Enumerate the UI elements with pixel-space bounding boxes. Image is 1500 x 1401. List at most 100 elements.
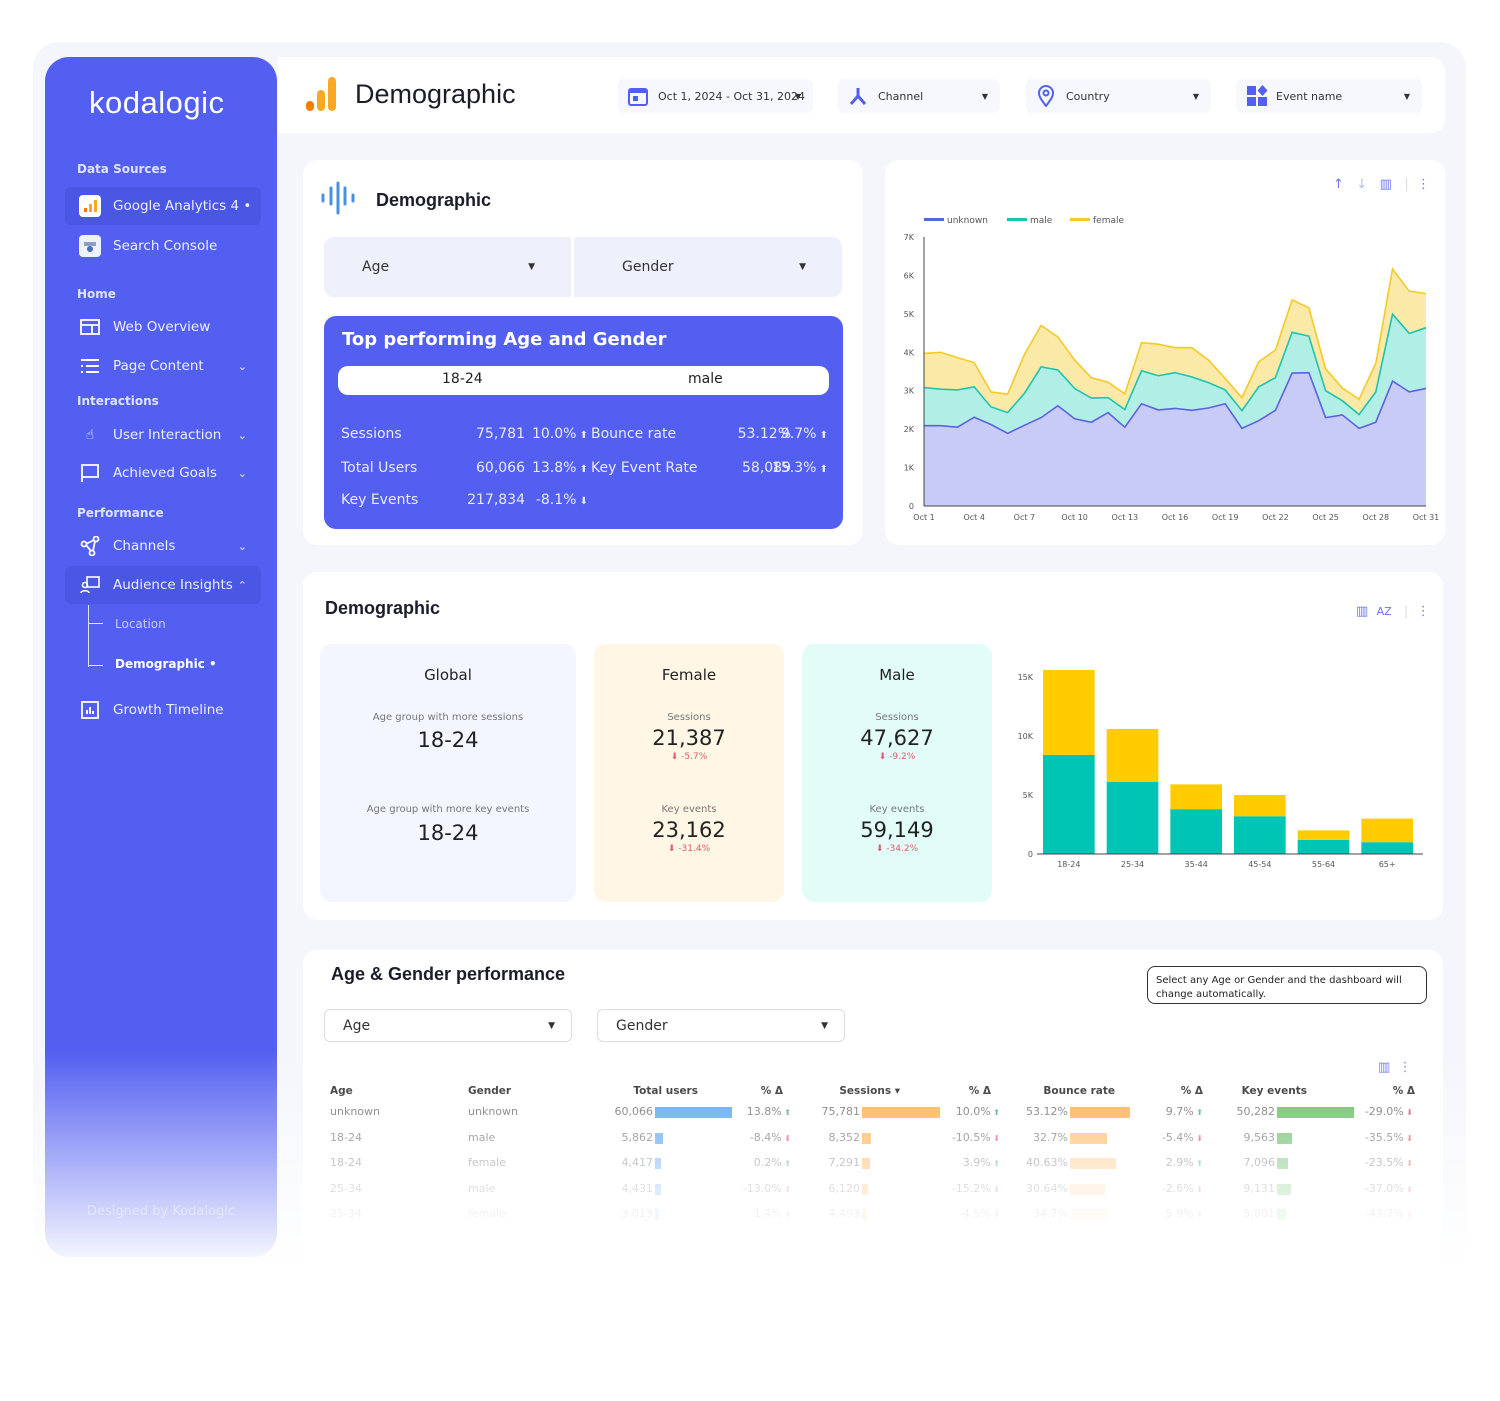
bar-segment[interactable] bbox=[1234, 816, 1286, 854]
y-tick-label: 5K bbox=[1023, 791, 1034, 800]
x-tick-label: Oct 19 bbox=[1212, 513, 1239, 522]
bar-segment[interactable] bbox=[1043, 669, 1095, 755]
legend-label[interactable]: unknown bbox=[947, 216, 988, 226]
metric-value: 217,834 bbox=[467, 492, 525, 508]
stat-value: 18-24 bbox=[417, 728, 479, 752]
cell-bar bbox=[655, 1107, 732, 1118]
channel-filter[interactable]: Channel ▼ bbox=[838, 79, 1000, 113]
legend-label[interactable]: male bbox=[1030, 216, 1053, 226]
delta-value: 0.2% bbox=[753, 1156, 782, 1169]
chart-settings-icon[interactable]: ▥ bbox=[1378, 1060, 1390, 1075]
bar-segment[interactable] bbox=[1043, 754, 1095, 854]
cell-bar bbox=[862, 1132, 871, 1144]
bar-segment[interactable] bbox=[1297, 839, 1350, 854]
age-select[interactable]: Age ▼ bbox=[324, 237, 571, 297]
dropdown-arrow-icon: ▼ bbox=[1403, 91, 1410, 101]
chart-settings-icon[interactable]: ▥ bbox=[1356, 604, 1368, 619]
metric-label: Bounce rate bbox=[591, 426, 677, 442]
column-header[interactable]: Key events bbox=[1223, 1085, 1307, 1097]
cell-bar bbox=[655, 1158, 661, 1169]
arrow-down-icon: ⬇ bbox=[1403, 1108, 1413, 1117]
chevron-down-icon[interactable]: ⌄ bbox=[238, 467, 247, 480]
cell-bar bbox=[655, 1132, 663, 1144]
sidebar-item-audience-insights[interactable]: Audience Insights ⌃ bbox=[65, 566, 261, 604]
column-header[interactable]: Bounce rate bbox=[1013, 1085, 1115, 1097]
metric-delta: -8.1% ⬇ bbox=[531, 492, 588, 508]
cell-bounce: 34.7% bbox=[1033, 1207, 1068, 1220]
arrow-up-icon: ⬆ bbox=[576, 430, 588, 441]
section-data-sources: Data Sources bbox=[77, 162, 167, 176]
page-title: Demographic bbox=[355, 79, 516, 109]
chevron-up-icon[interactable]: ⌃ bbox=[238, 579, 247, 592]
legend-label[interactable]: female bbox=[1093, 216, 1124, 226]
stat-value: 47,627 bbox=[860, 726, 934, 750]
sessions-by-gender-card: ↑ ↓ ▥ | ⋮ 0 1K 2K 3K 4K 5K 6K 7K Oct 1 Oct 4 Oct 7… bbox=[885, 160, 1445, 545]
bar-segment[interactable] bbox=[1170, 809, 1222, 854]
cell-sessions: 6,120 bbox=[828, 1181, 861, 1195]
sidebar-subitem-demographic[interactable]: Demographic • bbox=[115, 657, 217, 671]
delta-value: -15.2% bbox=[951, 1181, 991, 1195]
sidebar-item-achieved-goals[interactable]: Achieved Goals ⌄ bbox=[65, 454, 261, 492]
bar-segment[interactable] bbox=[1361, 842, 1413, 854]
x-tick-label: Oct 4 bbox=[963, 513, 984, 522]
sidebar-item-user-interaction[interactable]: ☝ User Interaction ⌄ bbox=[65, 416, 261, 454]
arrow-up-icon: ⬆ bbox=[576, 464, 588, 475]
sidebar-item-label: User Interaction bbox=[113, 427, 222, 443]
column-header[interactable]: % Δ bbox=[1333, 1085, 1415, 1097]
column-header[interactable]: % Δ bbox=[923, 1085, 991, 1097]
cell-users: 60,066 bbox=[614, 1105, 654, 1118]
gender-select[interactable]: Gender ▼ bbox=[574, 237, 842, 297]
select-label: Age bbox=[362, 259, 390, 275]
y-tick-label: 6K bbox=[904, 271, 915, 280]
sidebar-item-growth-timeline[interactable]: Growth Timeline bbox=[65, 691, 261, 729]
stat-value: 23,162 bbox=[652, 818, 726, 842]
sort-az-icon[interactable]: AZ bbox=[1377, 605, 1392, 618]
sidebar-item-google-analytics[interactable]: Google Analytics 4 • bbox=[65, 187, 261, 225]
column-header[interactable]: Sessions ▾ bbox=[813, 1085, 900, 1097]
cell-delta: 9.7% ⬆ bbox=[1143, 1105, 1203, 1118]
bar-segment[interactable] bbox=[1361, 818, 1413, 843]
column-header[interactable]: Total users bbox=[633, 1085, 698, 1097]
sidebar-item-channels[interactable]: Channels ⌄ bbox=[65, 527, 261, 565]
column-header[interactable]: Age bbox=[330, 1085, 353, 1097]
more-options-icon[interactable]: ⋮ bbox=[1399, 1060, 1412, 1075]
country-filter[interactable]: Country ▼ bbox=[1026, 79, 1211, 113]
cell-delta: -23.5% ⬇ bbox=[1353, 1156, 1413, 1169]
date-range-filter[interactable]: Oct 1, 2024 - Oct 31, 2024 ▼ bbox=[618, 79, 813, 113]
column-header[interactable]: Gender bbox=[468, 1085, 511, 1097]
cell-users: 4,417 bbox=[621, 1156, 654, 1169]
more-options-icon[interactable]: ⋮ bbox=[1417, 604, 1430, 619]
bar-segment[interactable] bbox=[1170, 784, 1222, 810]
delta-value: 13.8% bbox=[531, 460, 577, 476]
bar-segment[interactable] bbox=[1297, 830, 1350, 840]
delta-value: 9.7% bbox=[1165, 1105, 1194, 1118]
event-name-filter[interactable]: Event name ▼ bbox=[1236, 79, 1422, 113]
age-select[interactable]: Age ▼ bbox=[324, 1009, 572, 1042]
metric-label: Key Events bbox=[341, 492, 419, 508]
sidebar-item-page-content[interactable]: Page Content ⌄ bbox=[65, 347, 261, 385]
chevron-down-icon[interactable]: ⌄ bbox=[238, 540, 247, 553]
bar-segment[interactable] bbox=[1106, 728, 1159, 783]
sidebar-item-search-console[interactable]: Search Console bbox=[65, 227, 261, 265]
cell-bar bbox=[1277, 1132, 1292, 1144]
cell-bar bbox=[1277, 1209, 1286, 1220]
cell-sessions: 8,352 bbox=[828, 1130, 861, 1144]
x-tick-label: Oct 13 bbox=[1112, 513, 1139, 522]
hand-pointer-icon: ☝ bbox=[85, 427, 95, 443]
delta-value: -8.4% bbox=[749, 1130, 782, 1144]
chevron-down-icon[interactable]: ⌄ bbox=[238, 429, 247, 442]
bar-segment[interactable] bbox=[1234, 795, 1286, 817]
sidebar-item-web-overview[interactable]: Web Overview bbox=[65, 308, 261, 346]
chevron-down-icon[interactable]: ⌄ bbox=[238, 360, 247, 373]
column-header[interactable]: % Δ bbox=[1143, 1085, 1203, 1097]
sidebar-subitem-location[interactable]: Location bbox=[115, 617, 166, 631]
cell-key: 50,282 bbox=[1236, 1105, 1276, 1118]
bar-chart-icon bbox=[79, 699, 101, 721]
column-header[interactable]: % Δ bbox=[723, 1085, 783, 1097]
gender-select[interactable]: Gender ▼ bbox=[597, 1009, 845, 1042]
dropdown-arrow-icon: ▼ bbox=[1192, 91, 1199, 101]
x-tick-label: Oct 1 bbox=[913, 513, 934, 522]
stat-label: Key events bbox=[661, 804, 717, 815]
bar-segment[interactable] bbox=[1106, 782, 1159, 854]
x-tick-label: Oct 7 bbox=[1014, 513, 1035, 522]
